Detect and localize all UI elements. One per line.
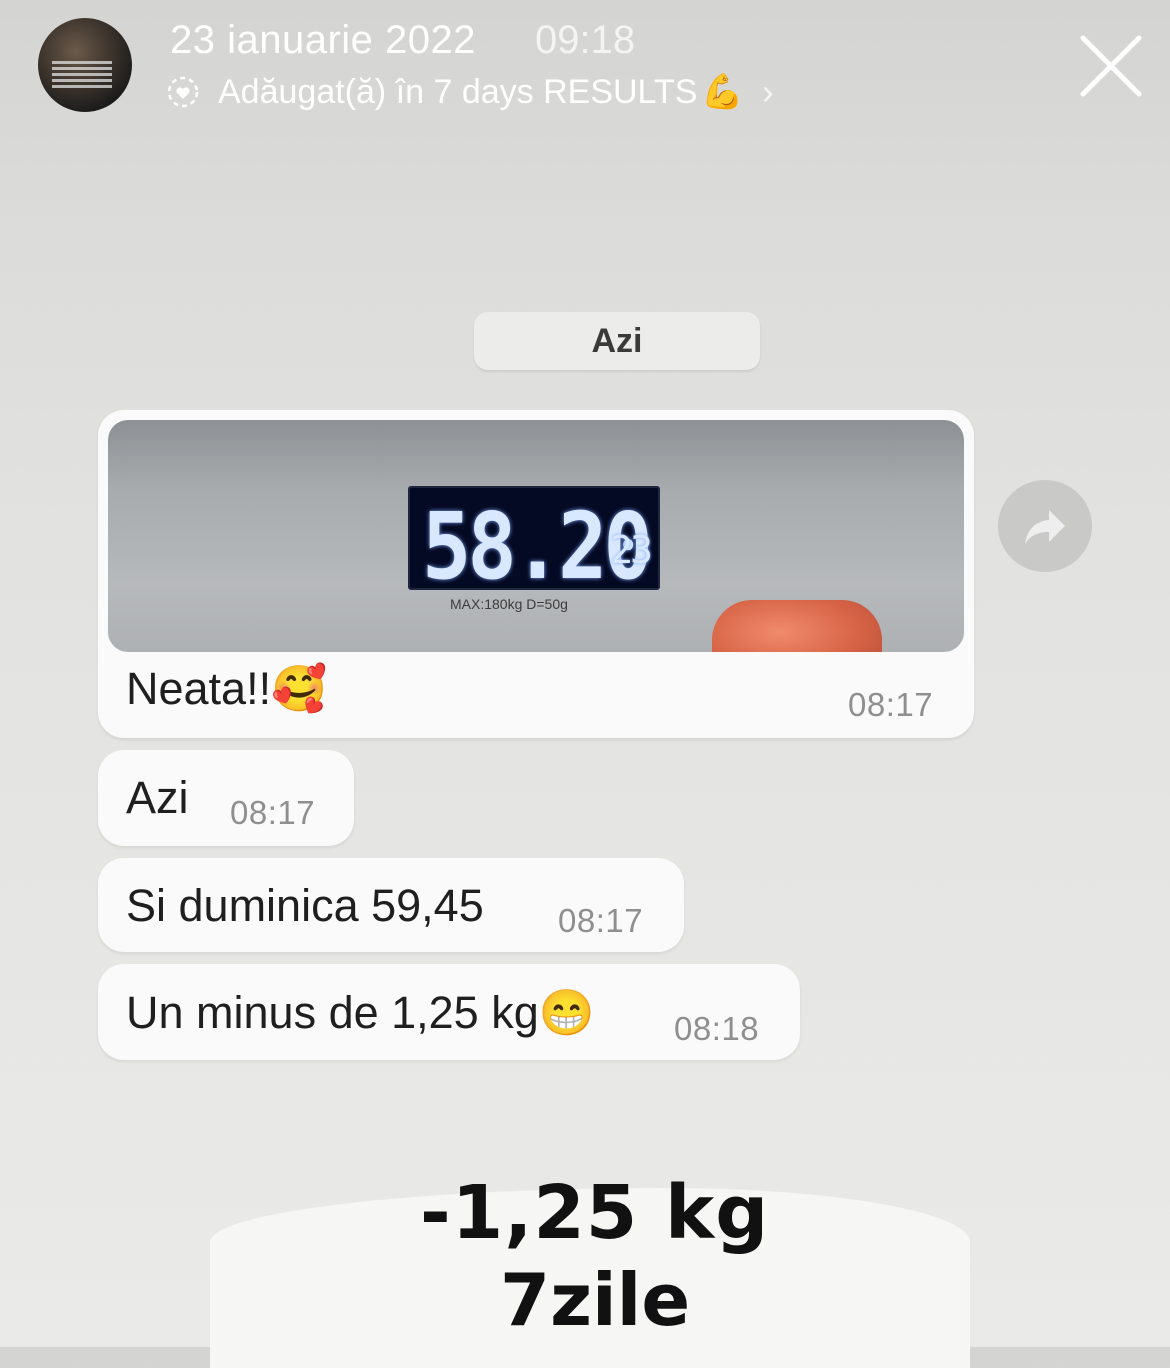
date-separator: Azi [474,312,760,370]
chevron-right-icon: › [761,71,774,112]
forward-button[interactable] [998,480,1092,572]
finger [712,600,882,652]
message-text: Azi [126,772,189,823]
message-text: Un minus de 1,25 kg😁 [126,987,595,1038]
message-time: 08:17 [558,902,644,939]
avatar[interactable] [38,18,132,112]
avatar-image [52,58,112,91]
caption-duration: 7zile [500,1258,691,1342]
message-text: Si duminica 59,45 [126,880,484,931]
message-bubble[interactable]: Azi 08:17 [98,750,354,846]
close-icon[interactable] [1075,30,1147,102]
story-header: 23 ianuarie 2022 09:18 Adăugat(ă) în 7 d… [0,0,1170,130]
message-text: Neata!!🥰 [126,663,328,714]
scale-photo[interactable]: 58.20 23 MAX:180kg D=50g [108,420,964,652]
scale-temperature: 23 [610,528,653,572]
scale-spec-label: MAX:180kg D=50g [450,596,568,612]
flexed-biceps-emoji: 💪 [701,73,744,111]
message-bubble[interactable]: Un minus de 1,25 kg😁 08:18 [98,964,800,1060]
caption-weight-loss: -1,25 kg [420,1170,770,1256]
scale-display: 58.20 23 [408,486,660,600]
story-time: 09:18 [535,18,636,62]
story-date: 23 ianuarie 2022 [170,18,477,62]
message-time: 08:18 [674,1010,760,1047]
message-bubble[interactable]: Si duminica 59,45 08:17 [98,858,684,952]
smiling-hearts-emoji: 🥰 [271,663,328,714]
message-time: 08:17 [848,686,934,723]
message-time: 08:17 [230,794,316,831]
highlight-icon [167,76,199,108]
forward-icon [1025,510,1065,544]
grinning-emoji: 😁 [538,987,595,1038]
photo-message[interactable]: 58.20 23 MAX:180kg D=50g Neata!!🥰 08:17 [98,410,974,738]
highlight-link[interactable]: Adăugat(ă) în 7 days RESULTS 💪 › [166,70,774,114]
highlight-label: Adăugat(ă) în 7 days RESULTS [218,72,698,111]
